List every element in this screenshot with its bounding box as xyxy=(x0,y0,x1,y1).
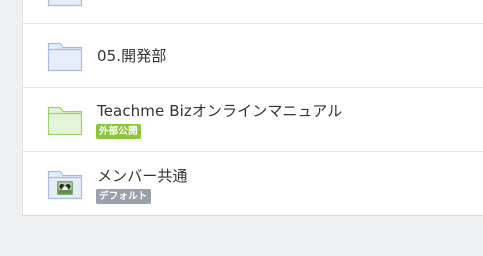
folder-list: 05.開発部 Teachme Bizオンラインマニュアル 外部公開 メンバー共通… xyxy=(22,0,483,216)
folder-icon xyxy=(47,0,83,8)
folder-icon xyxy=(47,40,83,72)
folder-row[interactable]: 05.開発部 xyxy=(23,24,483,88)
team-folder-icon xyxy=(47,168,83,200)
default-badge: デフォルト xyxy=(96,189,151,204)
folder-row[interactable]: メンバー共通 デフォルト xyxy=(23,152,483,216)
folder-row[interactable] xyxy=(23,0,483,24)
folder-name[interactable]: Teachme Bizオンラインマニュアル xyxy=(97,100,342,121)
folder-row[interactable]: Teachme Bizオンラインマニュアル 外部公開 xyxy=(23,88,483,152)
folder-name[interactable]: メンバー共通 xyxy=(97,165,188,186)
folder-name[interactable]: 05.開発部 xyxy=(97,45,166,66)
public-badge: 外部公開 xyxy=(96,124,141,139)
folder-icon xyxy=(47,104,83,136)
